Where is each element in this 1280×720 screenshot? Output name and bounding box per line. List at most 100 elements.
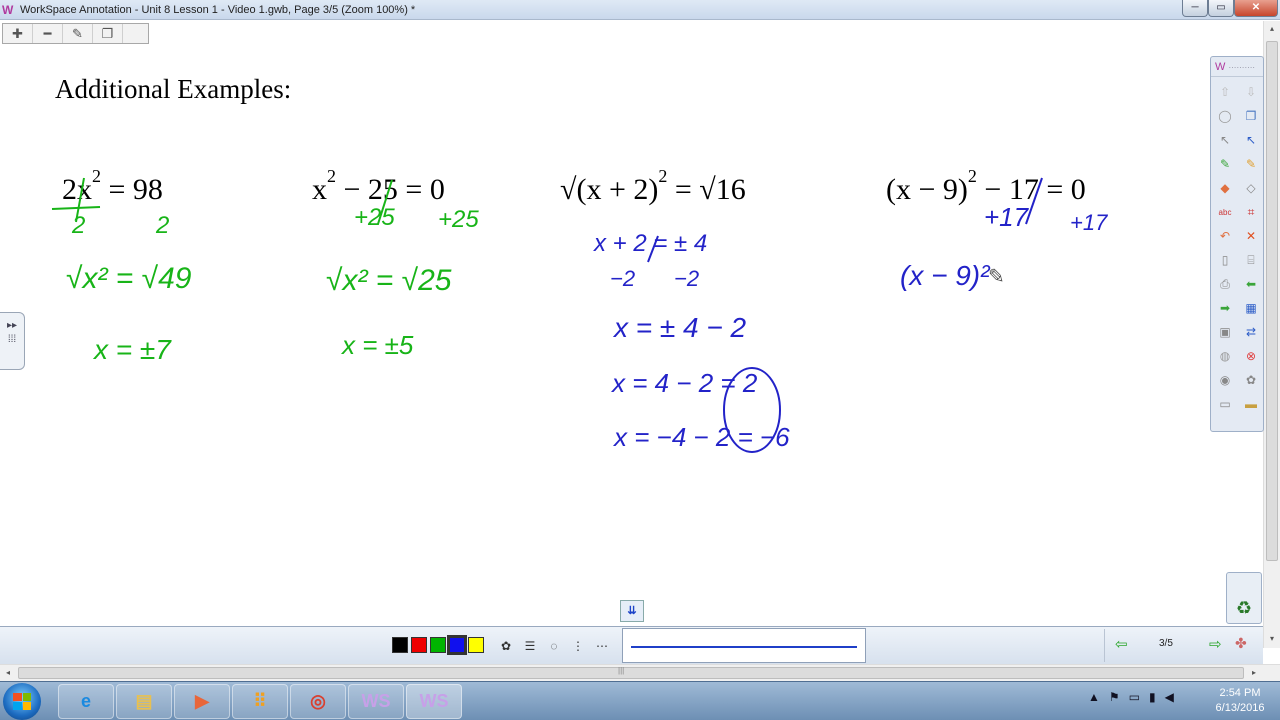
green-swatch[interactable] [430, 637, 446, 653]
dash-style-icon[interactable]: ⋯ [592, 636, 612, 656]
select-arrow-icon[interactable]: ↖ [1213, 128, 1237, 152]
scroll-right-icon[interactable]: ▸ [1246, 666, 1262, 680]
arrow-down-icon[interactable]: ⇩ [1239, 80, 1263, 104]
screen: W WorkSpace Annotation - Unit 8 Lesson 1… [0, 0, 1280, 720]
side-panel-handle[interactable]: ▸▸ ⁞⁞⁞ [0, 312, 25, 370]
taskbar: e ▤ ▶ ⠿ ◎ WS WS ▲ ⚑ ▭ ▮ ◀ 2:54 PM 6/13/2016 [0, 681, 1280, 720]
page-navigation: ⇦ 3/5 ⇨ ✤ [1104, 629, 1261, 662]
ink-ex2-add-2: +25 [438, 206, 479, 233]
ink-ex1-root: √x² = √49 [66, 262, 192, 295]
camera-icon[interactable]: ◉ [1213, 368, 1237, 392]
ink-ex3-line-3: x = ± 4 − 2 [614, 312, 747, 343]
action-center-icon[interactable]: ⚑ [1109, 690, 1120, 704]
ink-ex3-line-1: x + 2 = ± 4 [594, 230, 708, 257]
clock[interactable]: 2:54 PM 6/13/2016 [1204, 686, 1276, 716]
save-icon[interactable]: ▣ [1213, 320, 1237, 344]
text-icon[interactable]: abc [1213, 200, 1237, 224]
workspace-active-icon[interactable]: WS [406, 684, 462, 719]
scroll-left-icon[interactable]: ◂ [0, 666, 16, 680]
collapse-toolbar-icon[interactable]: ⇊ [620, 600, 644, 622]
ink-ex2-root: √x² = √25 [326, 264, 452, 297]
undo-icon[interactable]: ↶ [1213, 224, 1237, 248]
swap-icon[interactable]: ⇄ [1239, 320, 1263, 344]
bottom-toolbar: ✿ ☰ ◌ ⋮ ⋯ ⇦ 3/5 ⇨ ✤ [0, 626, 1263, 664]
black-swatch[interactable] [392, 637, 408, 653]
windows-logo-icon [13, 693, 31, 710]
ink-ex3-line-2b: −2 [674, 266, 700, 291]
line-style-icon[interactable]: ⋮ [568, 636, 588, 656]
next-page-icon[interactable]: ⇨ [1209, 635, 1222, 653]
line-width-icon[interactable]: ☰ [520, 636, 540, 656]
back-icon[interactable]: ⬅ [1239, 272, 1263, 296]
palette-icon[interactable]: ✿ [496, 636, 516, 656]
tool-grid: ⇧ ⇩ ◯ ❐ ↖ ↖ ✎ ✎ ◆ ◇ abc ⌗ ↶ ✕ ▯ ⌸ ⎙ ⬅ ➡ ▦ ▣ ⇄ ◍ ⊗ ◉ ✿ ▭ ▬ [1211, 77, 1263, 419]
start-button[interactable] [3, 683, 41, 720]
ink-ex4-add-1: +17 [984, 202, 1029, 232]
windows-icon[interactable]: ❐ [1239, 104, 1263, 128]
folder-icon[interactable]: ▬ [1239, 392, 1263, 416]
grip-dots-icon: ⁞⁞⁞ [7, 334, 17, 345]
ink-ex4-add-2: +17 [1070, 210, 1108, 235]
system-tray: ▲ ⚑ ▭ ▮ ◀ [1088, 690, 1174, 704]
workspace-logo-icon: W [1215, 61, 1226, 73]
ink-ex1-denominator-1: 2 [72, 212, 86, 239]
palette-icon[interactable]: ✿ [1239, 368, 1263, 392]
scroll-grip-icon: ||| [618, 666, 625, 675]
shape-icon[interactable]: ◇ [1239, 176, 1263, 200]
mouse-icon[interactable]: ◯ [1213, 104, 1237, 128]
expand-arrows-icon: ▸▸ [6, 320, 18, 331]
drag-grip-icon: ·········· [1228, 63, 1256, 72]
highlighter-icon[interactable]: ✎ [1239, 152, 1263, 176]
workspace-icon[interactable]: WS [348, 684, 404, 719]
yellow-swatch[interactable] [468, 637, 484, 653]
tray-expand-icon[interactable]: ▲ [1088, 690, 1100, 704]
file-explorer-icon[interactable]: ▤ [116, 684, 172, 719]
internet-explorer-icon[interactable]: e [58, 684, 114, 719]
transparency-icon[interactable]: ◌ [544, 636, 564, 656]
forward-icon[interactable]: ➡ [1213, 296, 1237, 320]
line-preview[interactable] [622, 628, 866, 663]
color-palette [392, 635, 484, 655]
stop-icon[interactable]: ⊗ [1239, 344, 1263, 368]
page-options-icon[interactable]: ✤ [1235, 635, 1247, 652]
page-tools-icon[interactable]: ⌸ [1239, 248, 1263, 272]
media-player-icon[interactable]: ▶ [174, 684, 230, 719]
eraser-icon[interactable]: ◆ [1213, 176, 1237, 200]
tool-panel-header[interactable]: W ·········· [1211, 57, 1263, 77]
display-icon[interactable]: ▭ [1129, 690, 1140, 704]
arrow-up-icon[interactable]: ⇧ [1213, 80, 1237, 104]
recycle-bin-icon[interactable]: ♻ [1226, 572, 1262, 624]
scroll-up-icon[interactable]: ▴ [1264, 21, 1280, 37]
delete-icon[interactable]: ✕ [1239, 224, 1263, 248]
apps-icon[interactable]: ⠿ [232, 684, 288, 719]
spotlight-icon[interactable]: ◍ [1213, 344, 1237, 368]
page-icon[interactable]: ▯ [1213, 248, 1237, 272]
volume-icon[interactable]: ◀ [1165, 690, 1174, 704]
ink-ex3-line-4: x = 4 − 2 = 2 [612, 368, 758, 398]
red-swatch[interactable] [411, 637, 427, 653]
chrome-icon[interactable]: ◎ [290, 684, 346, 719]
ink-ex3-line-5: x = −4 − 2 = −6 [614, 422, 790, 452]
active-select-icon[interactable]: ↖ [1239, 128, 1263, 152]
ink-cancel-slash-4 [1025, 177, 1043, 225]
clock-date: 6/13/2016 [1215, 702, 1265, 714]
pen-icon[interactable]: ✎ [1213, 152, 1237, 176]
screen-icon[interactable]: ▭ [1213, 392, 1237, 416]
vertical-scrollbar[interactable]: ▴ ▾ [1263, 21, 1280, 648]
previous-page-icon[interactable]: ⇦ [1115, 635, 1128, 653]
ink-ex2-add-1: +25 [354, 204, 395, 231]
print-icon[interactable]: ⎙ [1213, 272, 1237, 296]
network-icon[interactable]: ▮ [1149, 690, 1156, 704]
crop-icon[interactable]: ⌗ [1239, 200, 1263, 224]
horizontal-scrollbar[interactable]: ◂ ||| ▸ [0, 664, 1280, 681]
ink-ex3-line-2a: −2 [610, 266, 636, 291]
ink-ex4-line-1: (x − 9)² [900, 260, 990, 291]
horizontal-scroll-thumb[interactable] [18, 667, 1244, 679]
blue-swatch[interactable] [447, 635, 467, 655]
line-sample [631, 646, 857, 648]
ink-ex1-result: x = ±7 [94, 334, 171, 365]
vertical-scroll-thumb[interactable] [1266, 41, 1278, 561]
scroll-down-icon[interactable]: ▾ [1264, 631, 1280, 647]
ink-ex2-result: x = ±5 [342, 330, 414, 360]
grid-icon[interactable]: ▦ [1239, 296, 1263, 320]
